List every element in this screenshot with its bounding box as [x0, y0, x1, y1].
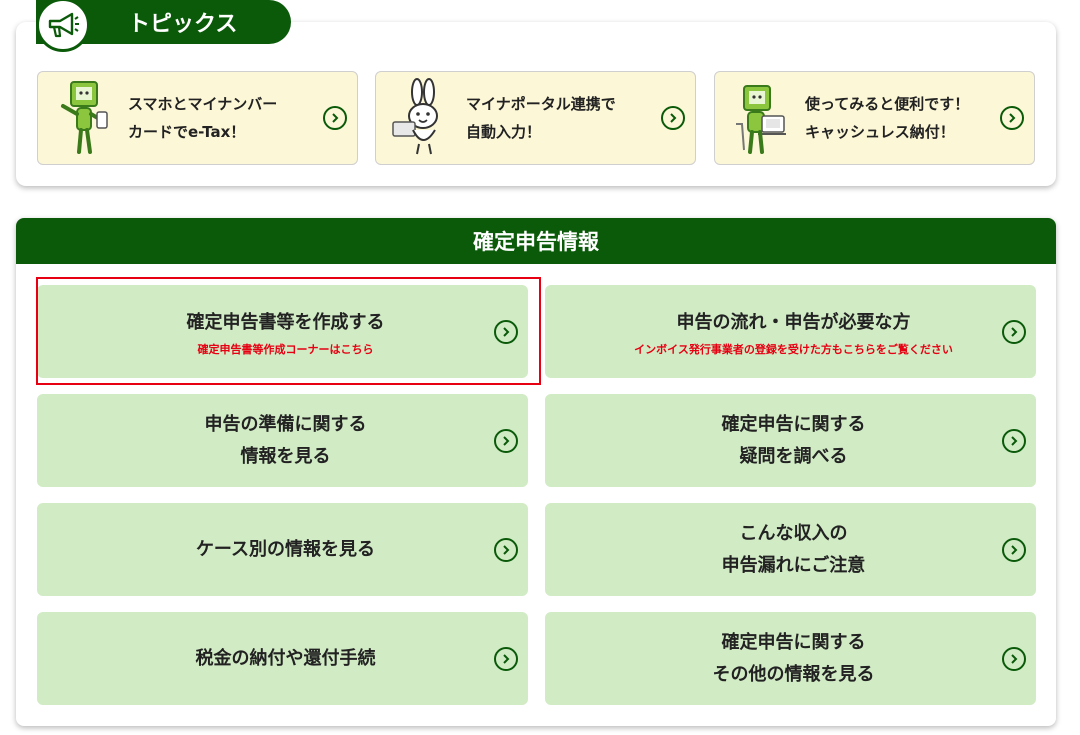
topic-card-cashless-payment[interactable]: 使ってみると便利です！ キャッシュレス納付！ [714, 71, 1035, 165]
chevron-right-circle-icon [494, 428, 518, 453]
card-label: 確定申告に関する その他の情報を見る [712, 631, 875, 685]
megaphone-icon [36, 0, 90, 52]
rabbit-card-mascot-icon [376, 71, 466, 165]
chevron-right-circle-icon [1002, 646, 1026, 671]
topic-card-text: スマホとマイナンバー カードでe-Tax！ [128, 95, 278, 141]
create-tax-return-button[interactable]: 確定申告書等を作成する 確定申告書等作成コーナーはこちら [37, 285, 528, 378]
card-label: こんな収入の 申告漏れにご注意 [721, 522, 866, 576]
card-label: 税金の納付や還付手続 [195, 647, 376, 669]
chevron-right-circle-icon [1002, 537, 1026, 562]
chevron-right-circle-icon [661, 106, 685, 130]
smartphone-mascot-icon [38, 71, 128, 165]
filing-flow-button[interactable]: 申告の流れ・申告が必要な方 インボイス発行事業者の登録を受けた方もこちらをご覧く… [545, 285, 1036, 378]
computer-mascot-icon [715, 71, 805, 165]
faq-button[interactable]: 確定申告に関する 疑問を調べる [545, 394, 1036, 487]
payment-refund-button[interactable]: 税金の納付や還付手続 [37, 612, 528, 705]
topic-card-text: 使ってみると便利です！ キャッシュレス納付！ [805, 95, 970, 141]
chevron-right-circle-icon [494, 537, 518, 562]
chevron-right-circle-icon [1002, 428, 1026, 453]
case-info-button[interactable]: ケース別の情報を見る [37, 503, 528, 596]
topic-card-smartphone-etax[interactable]: スマホとマイナンバー カードでe-Tax！ [37, 71, 358, 165]
chevron-right-circle-icon [1000, 106, 1024, 130]
topic-card-mynaportal[interactable]: マイナポータル連携で 自動入力！ [375, 71, 696, 165]
other-info-button[interactable]: 確定申告に関する その他の情報を見る [545, 612, 1036, 705]
unreported-income-button[interactable]: こんな収入の 申告漏れにご注意 [545, 503, 1036, 596]
card-sublabel: 確定申告書等作成コーナーはこちら [197, 342, 374, 356]
card-label: 確定申告に関する 疑問を調べる [721, 413, 866, 467]
card-label: 確定申告書等を作成する [186, 311, 385, 333]
preparation-info-button[interactable]: 申告の準備に関する 情報を見る [37, 394, 528, 487]
card-label: 申告の流れ・申告が必要な方 [676, 311, 911, 333]
tax-return-info-title: 確定申告情報 [16, 218, 1056, 264]
card-sublabel: インボイス発行事業者の登録を受けた方もこちらをご覧ください [634, 342, 953, 356]
card-label: 申告の準備に関する 情報を見る [204, 413, 367, 467]
chevron-right-circle-icon [1002, 319, 1026, 344]
chevron-right-circle-icon [494, 646, 518, 671]
chevron-right-circle-icon [494, 319, 518, 344]
card-label: ケース別の情報を見る [195, 538, 376, 560]
chevron-right-circle-icon [323, 106, 347, 130]
topic-card-text: マイナポータル連携で 自動入力！ [466, 95, 616, 141]
